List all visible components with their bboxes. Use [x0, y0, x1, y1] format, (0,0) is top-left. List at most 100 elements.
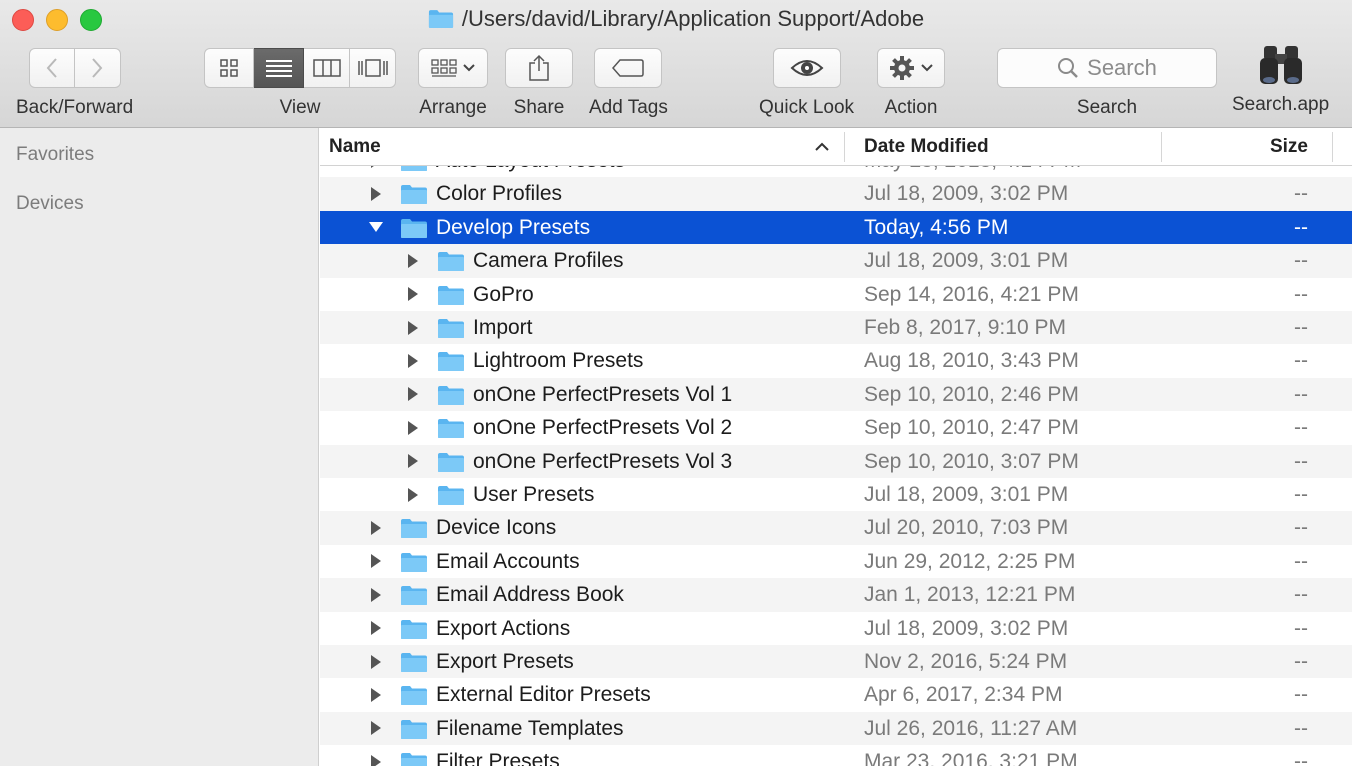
- sidebar-section-devices[interactable]: Devices: [16, 193, 84, 215]
- file-name: Export Presets: [436, 650, 574, 673]
- file-name: Export Actions: [436, 616, 571, 640]
- folder-icon: [438, 319, 464, 338]
- file-date-modified: Jul 18, 2009, 3:01 PM: [864, 249, 1069, 273]
- file-row[interactable]: Export Presets Nov 2, 2016, 5:24 PM --: [320, 645, 1352, 679]
- file-row[interactable]: External Editor Presets Apr 6, 2017, 2:34…: [320, 678, 1352, 711]
- file-row[interactable]: Camera Profiles Jul 18, 2009, 3:01 PM --: [320, 244, 1352, 278]
- file-row[interactable]: onOne PerfectPresets Vol 2 Sep 10, 2010, …: [320, 411, 1352, 444]
- file-date-modified: Jul 18, 2009, 3:02 PM: [864, 182, 1069, 206]
- search-app-button[interactable]: [1258, 44, 1304, 88]
- sort-ascending-icon[interactable]: [815, 142, 829, 152]
- disclosure-triangle-collapsed-icon[interactable]: [368, 645, 384, 678]
- file-row[interactable]: Lightroom Presets Aug 18, 2010, 3:43 PM --: [320, 344, 1352, 377]
- file-row[interactable]: User Presets Jul 18, 2009, 3:01 PM --: [320, 478, 1352, 511]
- file-name: Device Icons: [436, 516, 557, 540]
- name-column-header[interactable]: Name: [329, 128, 381, 166]
- folder-icon: [438, 352, 464, 372]
- add-tags-button[interactable]: [594, 48, 663, 88]
- disclosure-triangle-collapsed-icon[interactable]: [405, 278, 421, 311]
- file-size: --: [1294, 416, 1308, 440]
- file-date-modified: Sep 10, 2010, 2:47 PM: [864, 416, 1079, 440]
- window-title-text: /Users/david/Library/Application Support…: [461, 6, 925, 31]
- disclosure-triangle-collapsed-icon[interactable]: [405, 478, 421, 511]
- file-size: --: [1294, 716, 1308, 740]
- cover-flow-view-button[interactable]: [350, 48, 396, 88]
- file-date-modified: Sep 10, 2010, 3:07 PM: [864, 449, 1079, 473]
- share-button[interactable]: [505, 48, 573, 88]
- size-column-header[interactable]: Size: [1270, 128, 1308, 166]
- file-date-modified: Jul 20, 2010, 7:03 PM: [864, 516, 1069, 540]
- disclosure-triangle-collapsed-icon[interactable]: [405, 344, 421, 377]
- file-size: --: [1294, 349, 1308, 373]
- file-row[interactable]: Email Accounts Jun 29, 2012, 2:25 PM --: [320, 545, 1352, 578]
- file-name: External Editor Presets: [436, 683, 651, 707]
- list-view-button[interactable]: [254, 48, 304, 88]
- file-name: Filter Presets: [436, 750, 560, 766]
- disclosure-triangle-collapsed-icon[interactable]: [368, 745, 384, 766]
- file-row[interactable]: Export Actions Jul 18, 2009, 3:02 PM --: [320, 612, 1352, 645]
- file-row[interactable]: Filter Presets Mar 23, 2016, 3:21 PM --: [320, 745, 1352, 766]
- disclosure-triangle-collapsed-icon[interactable]: [368, 545, 384, 578]
- file-name: Filename Templates: [436, 716, 624, 740]
- file-name: GoPro: [473, 282, 534, 306]
- disclosure-triangle-collapsed-icon[interactable]: [368, 712, 384, 745]
- file-row[interactable]: Import Feb 8, 2017, 9:10 PM --: [320, 311, 1352, 345]
- arrange-button[interactable]: [418, 48, 488, 88]
- file-date-modified: Sep 10, 2010, 2:46 PM: [864, 382, 1079, 406]
- sidebar: Favorites Devices: [0, 128, 319, 766]
- icon-view-button[interactable]: [204, 48, 254, 88]
- tag-icon: [612, 59, 645, 77]
- back-forward-label: Back/Forward: [16, 97, 134, 118]
- action-button[interactable]: [877, 48, 945, 88]
- arrange-label: Arrange: [419, 97, 487, 118]
- disclosure-triangle-collapsed-icon[interactable]: [405, 244, 421, 277]
- file-row[interactable]: Email Address Book Jan 1, 2013, 12:21 PM -…: [320, 578, 1352, 612]
- disclosure-triangle-expanded-icon[interactable]: [368, 211, 384, 244]
- search-input[interactable]: Search: [997, 48, 1217, 88]
- disclosure-triangle-collapsed-icon[interactable]: [405, 311, 421, 344]
- chevron-left-icon: [46, 58, 57, 78]
- back-button[interactable]: [28, 48, 75, 88]
- folder-icon: [401, 185, 427, 205]
- file-name: Lightroom Presets: [473, 349, 644, 373]
- sidebar-section-favorites[interactable]: Favorites: [16, 144, 94, 166]
- file-size: --: [1294, 483, 1308, 506]
- disclosure-triangle-collapsed-icon[interactable]: [405, 445, 421, 478]
- date-modified-column-header[interactable]: Date Modified: [864, 128, 989, 166]
- file-row[interactable]: GoPro Sep 14, 2016, 4:21 PM --: [320, 278, 1352, 311]
- disclosure-triangle-collapsed-icon[interactable]: [368, 511, 384, 544]
- file-row[interactable]: Filename Templates Jul 26, 2016, 11:27 AM…: [320, 711, 1352, 746]
- window-title: /Users/david/Library/Application Support…: [0, 6, 1352, 32]
- search-app-group: Search.app: [1232, 44, 1329, 116]
- disclosure-triangle-collapsed-icon[interactable]: [368, 678, 384, 711]
- disclosure-triangle-collapsed-icon[interactable]: [368, 612, 384, 645]
- file-size: --: [1294, 449, 1308, 473]
- folder-icon: [438, 419, 464, 439]
- list-icon: [265, 60, 292, 77]
- file-list: Name Date Modified Size Auto Layout Pres…: [320, 128, 1352, 766]
- share-group: Share: [505, 48, 573, 119]
- disclosure-triangle-collapsed-icon[interactable]: [368, 177, 384, 210]
- file-row[interactable]: Color Profiles Jul 18, 2009, 3:02 PM --: [320, 177, 1352, 211]
- file-row[interactable]: onOne PerfectPresets Vol 3 Sep 10, 2010, …: [320, 444, 1352, 478]
- file-row[interactable]: onOne PerfectPresets Vol 1 Sep 10, 2010, …: [320, 377, 1352, 412]
- file-row[interactable]: Develop Presets Today, 4:56 PM --: [320, 210, 1352, 245]
- chevron-down-icon: [921, 64, 933, 72]
- disclosure-triangle-collapsed-icon[interactable]: [405, 378, 421, 411]
- file-date-modified: Jan 1, 2013, 12:21 PM: [864, 583, 1076, 607]
- quick-look-button[interactable]: [772, 48, 841, 88]
- folder-icon: [401, 519, 427, 539]
- file-row[interactable]: Device Icons Jul 20, 2010, 7:03 PM --: [320, 511, 1352, 545]
- column-view-button[interactable]: [304, 48, 350, 88]
- quick-look-label: Quick Look: [759, 97, 855, 118]
- disclosure-triangle-collapsed-icon[interactable]: [368, 578, 384, 611]
- folder-icon: [428, 10, 453, 28]
- file-date-modified: Jul 18, 2009, 3:02 PM: [864, 616, 1069, 640]
- file-name: onOne PerfectPresets Vol 1: [473, 382, 733, 406]
- file-size: --: [1294, 750, 1308, 766]
- forward-button[interactable]: [74, 48, 121, 88]
- file-name: Color Profiles: [436, 182, 563, 206]
- file-size: --: [1294, 583, 1308, 607]
- disclosure-triangle-collapsed-icon[interactable]: [405, 411, 421, 444]
- file-size: --: [1294, 650, 1308, 673]
